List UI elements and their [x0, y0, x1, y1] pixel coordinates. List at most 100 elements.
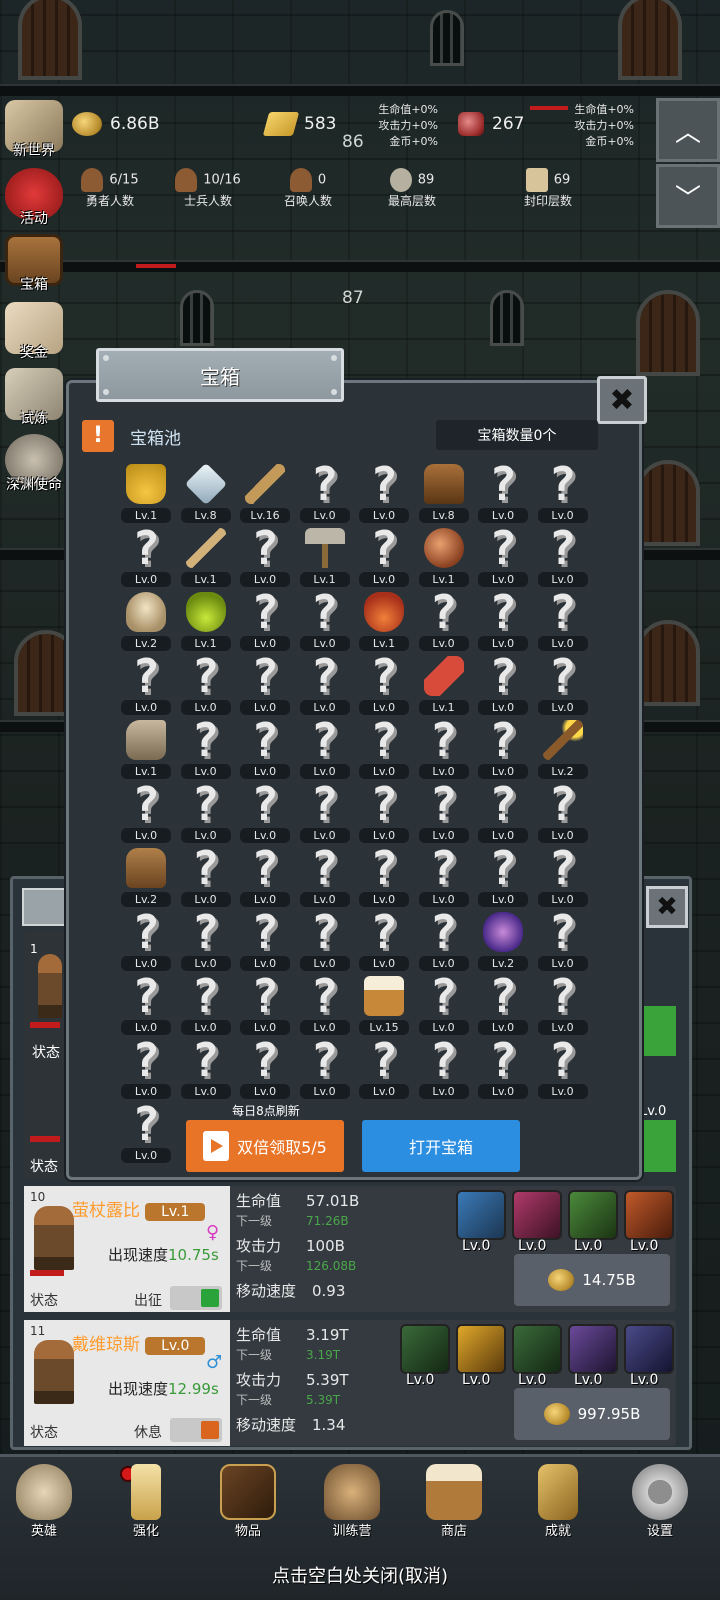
- chest-item-slot[interactable]: Lv.15: [356, 968, 412, 1035]
- skill-skull-shield-icon[interactable]: [400, 1324, 450, 1374]
- nav-training[interactable]: 训练营: [312, 1464, 392, 1539]
- green-action-button[interactable]: [636, 1006, 676, 1056]
- dialog-close-button[interactable]: ✖: [597, 376, 647, 424]
- chest-item-slot[interactable]: ? Lv.0: [356, 456, 412, 523]
- skill-blade-icon[interactable]: [456, 1324, 506, 1374]
- hero-list-tab[interactable]: [22, 888, 66, 926]
- chest-item-slot[interactable]: ? Lv.0: [475, 584, 531, 651]
- hero-card-lumi[interactable]: 10 萤杖露比 Lv.1 ♀ 出现速度10.75s 状态 出征 生命值 57.01…: [24, 1186, 676, 1312]
- chest-item-slot[interactable]: ? Lv.0: [237, 648, 293, 715]
- chest-item-slot[interactable]: ? Lv.0: [535, 584, 591, 651]
- chest-item-slot[interactable]: ? Lv.0: [178, 648, 234, 715]
- chest-item-slot[interactable]: Lv.1: [178, 584, 234, 651]
- chest-item-slot[interactable]: ? Lv.0: [416, 712, 472, 779]
- chest-item-slot[interactable]: ? Lv.0: [535, 840, 591, 907]
- side-menu-abyss[interactable]: 深渊使命: [2, 434, 66, 494]
- chest-item-slot[interactable]: ? Lv.0: [356, 648, 412, 715]
- chest-item-slot[interactable]: ? Lv.0: [237, 1032, 293, 1099]
- chest-item-slot[interactable]: ? Lv.0: [118, 904, 174, 971]
- chest-item-slot[interactable]: Lv.1: [297, 520, 353, 587]
- chest-item-slot[interactable]: ? Lv.0: [297, 584, 353, 651]
- chest-item-slot[interactable]: Lv.1: [356, 584, 412, 651]
- nav-hero[interactable]: 英雄: [4, 1464, 84, 1539]
- scroll-up-button[interactable]: ︿: [656, 98, 720, 162]
- chest-item-slot[interactable]: Lv.1: [416, 520, 472, 587]
- chest-item-slot[interactable]: ? Lv.0: [416, 904, 472, 971]
- chest-item-slot[interactable]: ? Lv.0: [475, 712, 531, 779]
- side-menu-bonus[interactable]: 奖金: [2, 302, 66, 362]
- close-hint[interactable]: 点击空白处关闭(取消): [0, 1562, 720, 1588]
- chest-item-slot[interactable]: ? Lv.0: [416, 1032, 472, 1099]
- chest-item-slot[interactable]: Lv.2: [535, 712, 591, 779]
- hero-card-davy-jones[interactable]: 11 戴维琼斯 Lv.0 ♂ 出现速度12.99s 状态 休息 生命值 3.19T…: [24, 1320, 676, 1446]
- chest-item-slot[interactable]: ? Lv.0: [118, 1096, 174, 1163]
- chest-item-slot[interactable]: Lv.1: [118, 712, 174, 779]
- open-chest-button[interactable]: 打开宝箱: [362, 1120, 520, 1172]
- chest-item-slot[interactable]: ? Lv.0: [416, 776, 472, 843]
- chest-item-slot[interactable]: ? Lv.0: [356, 712, 412, 779]
- chest-item-slot[interactable]: ? Lv.0: [535, 648, 591, 715]
- chest-item-slot[interactable]: ? Lv.0: [118, 968, 174, 1035]
- chest-item-slot[interactable]: ? Lv.0: [178, 776, 234, 843]
- chest-item-slot[interactable]: Lv.1: [416, 648, 472, 715]
- nav-achievement[interactable]: 成就: [518, 1464, 598, 1539]
- chest-item-slot[interactable]: ? Lv.0: [237, 840, 293, 907]
- chest-item-slot[interactable]: ? Lv.0: [178, 968, 234, 1035]
- chest-item-slot[interactable]: ? Lv.0: [416, 968, 472, 1035]
- chest-item-slot[interactable]: ? Lv.0: [178, 712, 234, 779]
- chest-item-slot[interactable]: ? Lv.0: [475, 840, 531, 907]
- chest-item-slot[interactable]: ? Lv.0: [297, 648, 353, 715]
- rest-toggle[interactable]: [170, 1418, 222, 1442]
- chest-item-slot[interactable]: ? Lv.0: [356, 520, 412, 587]
- chest-item-slot[interactable]: ? Lv.0: [237, 520, 293, 587]
- chest-item-slot[interactable]: ? Lv.0: [416, 840, 472, 907]
- chest-item-slot[interactable]: ? Lv.0: [178, 904, 234, 971]
- upgrade-button[interactable]: 14.75B: [514, 1254, 670, 1306]
- chest-item-slot[interactable]: Lv.2: [118, 840, 174, 907]
- chest-item-slot[interactable]: ? Lv.0: [297, 456, 353, 523]
- chest-item-slot[interactable]: ? Lv.0: [118, 648, 174, 715]
- skill-boot-icon[interactable]: [512, 1324, 562, 1374]
- chest-item-slot[interactable]: ? Lv.0: [118, 520, 174, 587]
- chest-item-slot[interactable]: ? Lv.0: [475, 648, 531, 715]
- double-claim-button[interactable]: 双倍领取5/5: [186, 1120, 344, 1172]
- chest-item-slot[interactable]: ? Lv.0: [416, 584, 472, 651]
- nav-settings[interactable]: 设置: [620, 1464, 700, 1539]
- chest-item-slot[interactable]: ? Lv.0: [237, 712, 293, 779]
- skill-shield-icon[interactable]: [456, 1190, 506, 1240]
- side-menu-activity[interactable]: 活动: [2, 168, 66, 228]
- skill-fire-boot-icon[interactable]: [624, 1190, 674, 1240]
- chest-item-slot[interactable]: ? Lv.0: [237, 968, 293, 1035]
- deploy-toggle[interactable]: [170, 1286, 222, 1310]
- chest-item-slot[interactable]: ? Lv.0: [237, 776, 293, 843]
- chest-item-slot[interactable]: ? Lv.0: [297, 1032, 353, 1099]
- skill-claw-icon[interactable]: [568, 1324, 618, 1374]
- nav-items[interactable]: 物品: [208, 1464, 288, 1539]
- chest-item-slot[interactable]: ? Lv.0: [475, 968, 531, 1035]
- skill-beast-icon[interactable]: [512, 1190, 562, 1240]
- chest-item-slot[interactable]: ? Lv.0: [475, 1032, 531, 1099]
- chest-item-slot[interactable]: ? Lv.0: [535, 456, 591, 523]
- upgrade-button[interactable]: 997.95B: [514, 1388, 670, 1440]
- chest-item-slot[interactable]: ? Lv.0: [297, 776, 353, 843]
- chest-item-slot[interactable]: Lv.1: [118, 456, 174, 523]
- skill-boot-icon[interactable]: [568, 1190, 618, 1240]
- chest-item-slot[interactable]: ? Lv.0: [237, 584, 293, 651]
- chest-item-slot[interactable]: ? Lv.0: [535, 520, 591, 587]
- side-menu-trial[interactable]: 试炼: [2, 368, 66, 428]
- scroll-down-button[interactable]: ﹀: [656, 164, 720, 228]
- chest-item-slot[interactable]: ? Lv.0: [178, 840, 234, 907]
- chest-item-slot[interactable]: ? Lv.0: [178, 1032, 234, 1099]
- chest-item-slot[interactable]: Lv.8: [178, 456, 234, 523]
- chest-item-slot[interactable]: ? Lv.0: [356, 776, 412, 843]
- chest-item-slot[interactable]: ? Lv.0: [118, 776, 174, 843]
- chest-item-slot[interactable]: ? Lv.0: [475, 776, 531, 843]
- chest-item-slot[interactable]: ? Lv.0: [535, 968, 591, 1035]
- chest-item-slot[interactable]: ? Lv.0: [297, 712, 353, 779]
- chest-item-slot[interactable]: Lv.2: [475, 904, 531, 971]
- chest-item-slot[interactable]: Lv.8: [416, 456, 472, 523]
- side-menu-chest[interactable]: 宝箱: [2, 234, 66, 294]
- chest-item-slot[interactable]: ? Lv.0: [237, 904, 293, 971]
- chest-item-slot[interactable]: ? Lv.0: [356, 1032, 412, 1099]
- chest-item-slot[interactable]: ? Lv.0: [535, 1032, 591, 1099]
